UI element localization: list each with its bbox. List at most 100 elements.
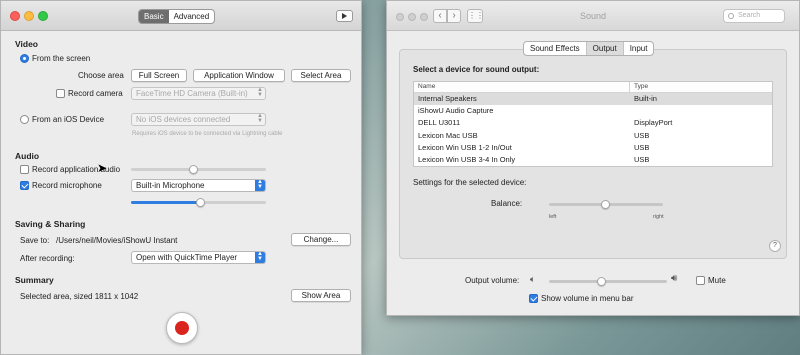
search-input[interactable]: Search xyxy=(723,9,785,23)
table-row[interactable]: Lexicon Mac USB USB xyxy=(414,130,772,142)
ios-device-radio[interactable] xyxy=(20,115,29,124)
table-body: Internal Speakers Built-in iShowU Audio Ca… xyxy=(414,93,772,166)
device-name-cell: Internal Speakers xyxy=(418,94,477,103)
video-heading: Video xyxy=(15,39,38,49)
slider-fill xyxy=(131,201,201,204)
ios-hint-text: Requires iOS device to be connected via … xyxy=(132,131,283,137)
mute-label: Mute xyxy=(708,276,726,285)
table-header: Name Type xyxy=(414,82,772,93)
device-type-cell: USB xyxy=(634,130,650,140)
column-name-header[interactable]: Name xyxy=(414,82,630,92)
camera-select[interactable]: FaceTime HD Camera (Built-in) ▲ ▼ xyxy=(131,87,266,100)
device-type-cell: USB xyxy=(634,154,650,164)
from-screen-label: From the screen xyxy=(32,54,91,63)
chevron-updown-icon: ▲ ▼ xyxy=(257,87,263,98)
show-volume-checkbox[interactable] xyxy=(529,294,538,303)
slider-thumb[interactable] xyxy=(189,165,198,174)
search-icon xyxy=(728,13,734,19)
titlebar: ‹ › ⋮⋮ Sound Search xyxy=(387,1,799,31)
record-microphone-checkbox[interactable] xyxy=(20,181,29,190)
audio-heading: Audio xyxy=(15,151,40,161)
device-type-cell: DisplayPort xyxy=(634,118,673,128)
chevron-updown-icon: ▲ ▼ xyxy=(255,179,265,191)
save-path-value: /Users/neil/Movies/iShowU Instant xyxy=(56,236,178,245)
mode-segmented-control: Basic Advanced xyxy=(138,9,216,24)
device-type-cell: Built-in xyxy=(634,94,657,103)
device-name-cell: iShowU Audio Capture xyxy=(418,106,494,116)
ios-select-value: No iOS devices connected xyxy=(136,115,231,124)
device-name-cell: Lexicon Mac USB xyxy=(418,130,478,140)
change-button[interactable]: Change... xyxy=(291,233,351,246)
mic-level-slider[interactable] xyxy=(131,198,266,207)
balance-right-label: right xyxy=(653,214,664,220)
help-icon[interactable]: ? xyxy=(769,240,781,252)
record-microphone-label: Record microphone xyxy=(32,181,102,190)
summary-heading: Summary xyxy=(15,275,54,285)
record-camera-checkbox[interactable] xyxy=(56,89,65,98)
select-area-button[interactable]: Select Area xyxy=(291,69,351,82)
chevron-updown-icon: ▲ ▼ xyxy=(255,251,265,263)
table-row[interactable]: Internal Speakers Built-in xyxy=(414,93,772,106)
close-button[interactable] xyxy=(10,11,20,21)
speaker-low-icon: 🔈︎ xyxy=(530,274,536,284)
slider-thumb[interactable] xyxy=(601,200,610,209)
ios-device-select[interactable]: No iOS devices connected ▲ ▼ xyxy=(131,113,266,126)
slider-thumb[interactable] xyxy=(196,198,205,207)
titlebar: Basic Advanced xyxy=(1,1,361,31)
record-camera-label: Record camera xyxy=(68,89,123,98)
mouse-pointer-icon: ➤ xyxy=(97,161,108,175)
full-screen-button[interactable]: Full Screen xyxy=(131,69,187,82)
ishowu-window: Basic Advanced Video From the screen Cho… xyxy=(0,0,362,355)
tab-output[interactable]: Output xyxy=(585,42,623,55)
output-volume-label: Output volume: xyxy=(465,276,520,285)
show-volume-label: Show volume in menu bar xyxy=(541,294,634,303)
device-type-cell xyxy=(630,105,634,117)
mic-select-value: Built-in Microphone xyxy=(136,181,205,190)
output-volume-slider[interactable] xyxy=(549,277,667,286)
mute-checkbox[interactable] xyxy=(696,276,705,285)
search-placeholder: Search xyxy=(738,12,761,19)
table-row[interactable]: Lexicon Win USB 3-4 In Only USB xyxy=(414,154,772,166)
device-type-cell: USB xyxy=(634,142,650,152)
column-type-header[interactable]: Type xyxy=(630,82,648,92)
summary-text: Selected area, sized 1811 x 1042 xyxy=(20,292,139,301)
saving-heading: Saving & Sharing xyxy=(15,219,86,229)
from-screen-radio[interactable] xyxy=(20,54,29,63)
after-recording-label: After recording: xyxy=(20,254,75,263)
device-name-cell: DELL U3011 xyxy=(418,118,461,128)
record-app-audio-checkbox[interactable] xyxy=(20,165,29,174)
show-area-button[interactable]: Show Area xyxy=(291,289,351,302)
sound-preferences-window: ‹ › ⋮⋮ Sound Search Sound Effects Output… xyxy=(386,0,800,316)
tab-sound-effects[interactable]: Sound Effects xyxy=(524,42,586,55)
settings-label: Settings for the selected device: xyxy=(413,178,527,187)
camera-select-value: FaceTime HD Camera (Built-in) xyxy=(136,89,248,98)
balance-left-label: left xyxy=(549,214,557,220)
table-row[interactable]: DELL U3011 DisplayPort xyxy=(414,117,772,129)
ios-device-label: From an iOS Device xyxy=(32,115,105,124)
microphone-select[interactable]: Built-in Microphone ▲ ▼ xyxy=(131,179,266,192)
minimize-button[interactable] xyxy=(24,11,34,21)
output-device-table[interactable]: Name Type Internal Speakers Built-in iShow… xyxy=(413,81,773,167)
table-row[interactable]: Lexicon Win USB 1-2 In/Out USB xyxy=(414,142,772,154)
select-device-heading: Select a device for sound output: xyxy=(413,65,540,74)
zoom-button[interactable] xyxy=(38,11,48,21)
table-row[interactable]: iShowU Audio Capture xyxy=(414,105,772,117)
application-window-button[interactable]: Application Window xyxy=(193,69,285,82)
after-select-value: Open with QuickTime Player xyxy=(136,253,238,262)
choose-area-label: Choose area xyxy=(78,71,124,80)
slider-thumb[interactable] xyxy=(597,277,606,286)
tab-advanced[interactable]: Advanced xyxy=(169,10,215,23)
tab-input[interactable]: Input xyxy=(622,42,654,55)
record-button[interactable] xyxy=(166,312,198,344)
device-name-cell: Lexicon Win USB 1-2 In/Out xyxy=(418,142,512,152)
app-audio-level-slider[interactable] xyxy=(131,165,266,174)
balance-slider[interactable] xyxy=(549,200,663,209)
preview-play-icon[interactable] xyxy=(336,10,353,22)
after-recording-select[interactable]: Open with QuickTime Player ▲ ▼ xyxy=(131,251,266,264)
sound-tabs: Sound Effects Output Input xyxy=(523,41,655,56)
device-name-cell: Lexicon Win USB 3-4 In Only xyxy=(418,154,516,164)
chevron-updown-icon: ▲ ▼ xyxy=(257,113,263,124)
save-to-label: Save to: xyxy=(20,236,50,245)
balance-label: Balance: xyxy=(491,199,523,208)
tab-basic[interactable]: Basic xyxy=(139,10,169,23)
